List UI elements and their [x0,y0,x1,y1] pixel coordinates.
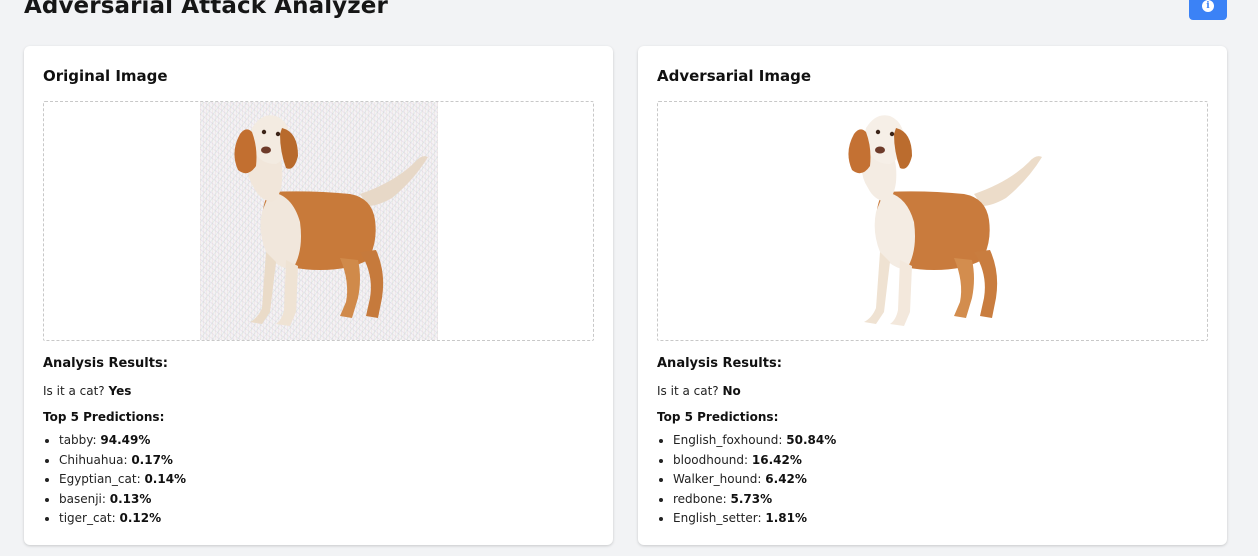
prediction-value: 5.73% [730,491,773,506]
prediction-value: 0.14% [144,472,187,486]
prediction-label: bloodhound: [673,452,749,467]
original-image-card: Original Image Analysis Results: Is it a… [24,46,613,545]
prediction-label: English_foxhound: [673,433,783,447]
cat-answer: No [722,384,741,398]
predictions-heading: Top 5 Predictions: [657,410,779,424]
prediction-value: 1.81% [765,511,807,525]
prediction-label: tabby: [59,433,97,447]
prediction-value: 94.49% [100,433,151,447]
prediction-item: redbone: 5.73% [657,490,836,510]
original-image [199,102,438,340]
prediction-value: 50.84% [786,433,837,447]
info-button[interactable]: i [1189,0,1227,20]
prediction-item: basenji: 0.13% [43,490,186,510]
original-image-container [43,101,594,341]
prediction-item: tabby: 94.49% [43,431,186,451]
prediction-value: 0.13% [109,491,152,506]
cat-answer: Yes [108,384,132,398]
analysis-heading: Analysis Results: [657,356,782,371]
dog-image [847,115,1042,326]
cat-question: Is it a cat? Yes [43,384,131,398]
prediction-value: 0.12% [119,511,162,525]
cat-question: Is it a cat? No [657,384,741,398]
prediction-item: bloodhound: 16.42% [657,451,836,471]
prediction-item: Chihuahua: 0.17% [43,451,186,471]
dog-image [233,115,428,326]
prediction-value: 16.42% [751,452,802,467]
card-title: Adversarial Image [657,67,812,85]
analysis-heading: Analysis Results: [43,356,168,371]
page-title: Adversarial Attack Analyzer [24,0,388,19]
adversarial-image [813,102,1052,340]
prediction-label: basenji: [59,491,106,506]
prediction-label: tiger_cat: [59,511,116,525]
cat-question-label: Is it a cat? [43,384,105,398]
predictions-list: English_foxhound: 50.84% bloodhound: 16.… [657,431,836,529]
cat-question-label: Is it a cat? [657,384,719,398]
prediction-value: 6.42% [765,472,807,486]
info-icon: i [1202,0,1214,12]
prediction-label: Egyptian_cat: [59,472,141,486]
prediction-item: English_foxhound: 50.84% [657,431,836,451]
prediction-item: English_setter: 1.81% [657,509,836,529]
prediction-label: redbone: [673,491,727,506]
prediction-label: Walker_hound: [673,472,762,486]
adversarial-image-container [657,101,1208,341]
predictions-heading: Top 5 Predictions: [43,410,165,424]
prediction-item: Walker_hound: 6.42% [657,470,836,490]
prediction-item: tiger_cat: 0.12% [43,509,186,529]
prediction-label: English_setter: [673,511,762,525]
prediction-item: Egyptian_cat: 0.14% [43,470,186,490]
prediction-label: Chihuahua: [59,452,128,467]
predictions-list: tabby: 94.49% Chihuahua: 0.17% Egyptian_… [43,431,186,529]
adversarial-image-card: Adversarial Image Analysis Results: Is i… [638,46,1227,545]
prediction-value: 0.17% [131,452,173,467]
card-title: Original Image [43,67,168,85]
